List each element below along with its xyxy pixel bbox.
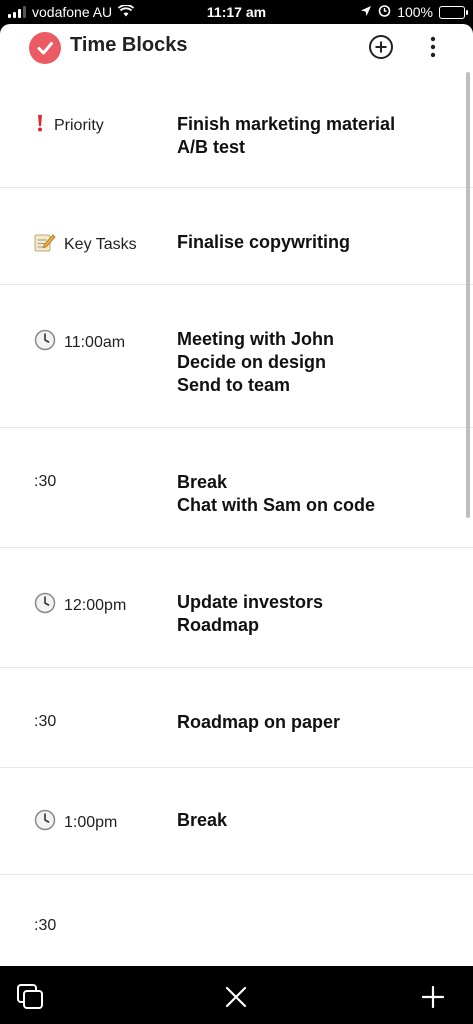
scrollbar[interactable] (466, 72, 470, 518)
time-text: :30 (34, 917, 57, 934)
location-icon (360, 4, 372, 20)
task-lines: Meeting with John Decide on design Send … (177, 328, 334, 397)
app-title: Time Blocks (70, 34, 188, 56)
task-line: A/B test (177, 137, 246, 157)
time-label: 1:00pm (34, 809, 117, 836)
time-label: Key Tasks (34, 232, 137, 257)
task-lines: Break Chat with Sam on code (177, 471, 375, 517)
task-line: Send to team (177, 375, 291, 395)
task-line: Chat with Sam on code (177, 495, 376, 515)
time-label: :30 (34, 917, 56, 935)
memo-icon (34, 232, 56, 257)
task-line: Finish marketing material (177, 114, 396, 134)
task-lines: Roadmap on paper (177, 711, 340, 734)
app-window: Time Blocks Priority Finish marketing ma… (0, 24, 473, 966)
clock-icon (34, 809, 56, 836)
add-block-button[interactable] (366, 32, 396, 62)
time-block-list: Priority Finish marketing material A/B t… (0, 70, 473, 966)
vertical-dots-icon (430, 36, 436, 58)
list-item[interactable]: :30 Roadmap on paper (0, 668, 473, 768)
status-bar: vodafone AU 11:17 am 100% (0, 0, 473, 24)
time-label: Priority (34, 114, 104, 137)
list-item[interactable]: 12:00pm Update investors Roadmap (0, 548, 473, 668)
tabs-button[interactable] (16, 982, 46, 1012)
time-label: :30 (34, 713, 56, 731)
task-lines: Finish marketing material A/B test (177, 113, 395, 159)
close-button[interactable] (221, 982, 251, 1012)
task-lines: Finalise copywriting (177, 231, 350, 254)
time-label: 12:00pm (34, 592, 126, 619)
tabs-icon (17, 984, 43, 1009)
time-text: :30 (34, 713, 57, 730)
task-line: Break (177, 472, 228, 492)
list-item[interactable]: Key Tasks Finalise copywriting (0, 188, 473, 285)
plus-icon (421, 985, 445, 1009)
task-line: Update investors (177, 592, 324, 612)
bottom-toolbar (0, 966, 473, 1024)
exclamation-icon (34, 114, 46, 137)
list-item[interactable]: :30 Break Chat with Sam on code (0, 428, 473, 548)
more-options-button[interactable] (418, 32, 448, 62)
status-right: 100% (360, 4, 468, 20)
time-text: Priority (54, 116, 104, 134)
battery-icon (439, 5, 468, 19)
time-text: Key Tasks (64, 235, 137, 253)
time-text: 11:00am (64, 333, 126, 351)
list-item[interactable]: 11:00am Meeting with John Decide on desi… (0, 285, 473, 428)
task-lines: Break (177, 809, 227, 832)
list-item[interactable]: Priority Finish marketing material A/B t… (0, 70, 473, 188)
battery-percent: 100% (397, 4, 433, 20)
task-line: Meeting with John (177, 329, 334, 349)
time-text: 12:00pm (64, 596, 127, 614)
clock-icon (34, 329, 56, 356)
task-line: Roadmap (177, 615, 260, 635)
list-item[interactable]: 1:00pm Break (0, 768, 473, 875)
plus-circle-icon (369, 35, 393, 59)
app-header: Time Blocks (0, 24, 473, 70)
task-line: Decide on design (177, 352, 327, 372)
alarm-icon (378, 4, 391, 20)
task-line: Break (177, 810, 228, 830)
time-label: :30 (34, 473, 56, 491)
clock-icon (34, 592, 56, 619)
task-lines: Update investors Roadmap (177, 591, 323, 637)
close-icon (225, 986, 247, 1008)
time-text: 1:00pm (64, 813, 118, 831)
time-label: 11:00am (34, 329, 125, 356)
time-text: :30 (34, 473, 57, 490)
task-line: Finalise copywriting (177, 232, 351, 252)
task-line: Roadmap on paper (177, 712, 341, 732)
check-logo-icon (29, 32, 61, 64)
new-tab-button[interactable] (418, 982, 448, 1012)
list-item[interactable]: :30 (0, 875, 473, 966)
